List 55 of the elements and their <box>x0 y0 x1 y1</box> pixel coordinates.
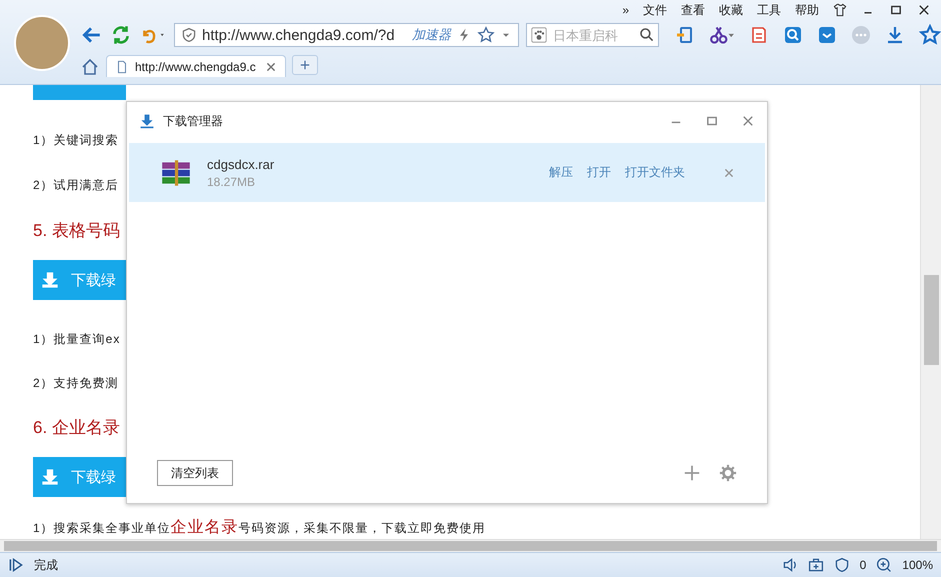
new-tab-button[interactable] <box>292 55 318 75</box>
file-name: cdgsdcx.rar <box>207 156 276 172</box>
download-icon <box>139 113 155 129</box>
speaker-icon[interactable] <box>782 557 798 573</box>
star-icon[interactable] <box>477 26 495 44</box>
address-bar[interactable]: http://www.chengda9.com/?d 加速器 <box>174 23 519 47</box>
menu-item[interactable]: 文件 <box>643 2 667 18</box>
menu-item[interactable]: » <box>622 3 629 17</box>
window-icon[interactable] <box>675 25 695 45</box>
body-text: 2）试用满意后 <box>33 177 119 193</box>
close-icon[interactable] <box>917 3 931 17</box>
remove-icon[interactable] <box>723 166 735 178</box>
section-heading: 5. 表格号码 <box>33 220 120 242</box>
toolbox-icon[interactable] <box>808 557 824 573</box>
vertical-scrollbar[interactable] <box>920 85 941 539</box>
zoom-icon[interactable] <box>876 557 892 573</box>
paw-icon <box>531 27 547 43</box>
status-text: 完成 <box>34 556 58 574</box>
horizontal-scrollbar[interactable] <box>0 539 941 552</box>
download-icon <box>41 271 59 289</box>
body-text: 2）支持免费测 <box>33 375 119 391</box>
ad-shield-icon[interactable] <box>834 557 850 573</box>
settings-icon[interactable] <box>719 464 737 482</box>
body-text: 1）搜索采集全事业单位企业名录号码资源，采集不限量，下载立即免费使用 <box>33 520 486 536</box>
ad-count: 0 <box>860 558 866 572</box>
search-icon[interactable] <box>639 27 655 43</box>
page-icon <box>115 60 129 74</box>
dialog-title: 下载管理器 <box>163 112 223 130</box>
search-field[interactable]: 日本重启科 <box>526 23 659 47</box>
body-text: 1）批量查询ex <box>33 331 120 347</box>
menu-item[interactable]: 帮助 <box>795 2 819 18</box>
zoom-level[interactable]: 100% <box>902 558 933 572</box>
menu-item[interactable]: 工具 <box>757 2 781 18</box>
accelerator-link[interactable]: 加速器 <box>412 26 451 44</box>
document-icon[interactable] <box>749 25 769 45</box>
star-icon[interactable] <box>919 24 941 46</box>
shield-icon <box>181 27 197 43</box>
plus-icon[interactable] <box>683 464 701 482</box>
download-row[interactable]: cdgsdcx.rar 18.27MB 解压 打开 打开文件夹 <box>129 143 765 202</box>
magnifier-icon[interactable] <box>783 25 803 45</box>
menu-item[interactable]: 收藏 <box>719 2 743 18</box>
clear-list-button[interactable]: 清空列表 <box>157 460 233 486</box>
refresh-icon[interactable] <box>110 24 132 46</box>
section-heading: 6. 企业名录 <box>33 417 120 439</box>
download-icon <box>41 468 59 486</box>
maximize-icon[interactable] <box>889 3 903 17</box>
download-icon[interactable] <box>885 25 905 45</box>
menu-item[interactable]: 查看 <box>681 2 705 18</box>
browser-tab[interactable]: http://www.chengda9.c <box>106 55 286 77</box>
play-icon[interactable] <box>8 557 24 573</box>
home-icon[interactable] <box>80 57 100 77</box>
shirt-icon[interactable] <box>833 3 847 17</box>
plus-icon <box>299 59 311 71</box>
body-text: 1）关键词搜索 <box>33 132 119 148</box>
file-size: 18.27MB <box>207 174 256 188</box>
